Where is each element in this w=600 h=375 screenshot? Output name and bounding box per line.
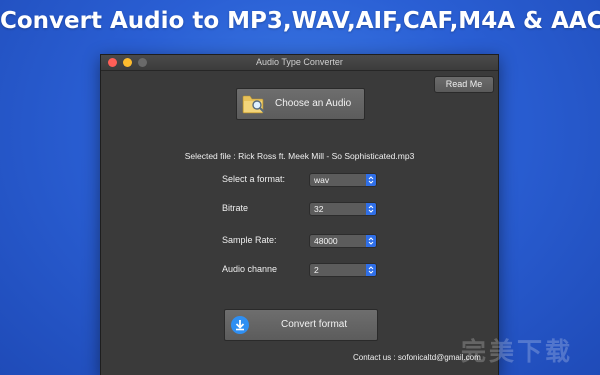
audio-channels-value: 2 (314, 265, 319, 275)
sample-rate-label: Sample Rate: (222, 235, 277, 245)
sample-rate-select[interactable]: 48000 (309, 234, 377, 248)
download-icon (231, 316, 249, 334)
chevron-up-down-icon (366, 264, 376, 276)
bitrate-label: Bitrate (222, 203, 249, 213)
convert-format-label: Convert format (281, 319, 348, 330)
sample-rate-value: 48000 (314, 236, 338, 246)
convert-format-button[interactable]: Convert format (224, 309, 378, 341)
title-bar: Audio Type Converter (101, 55, 498, 71)
choose-audio-button[interactable]: Choose an Audio (236, 88, 365, 120)
choose-audio-label: Choose an Audio (275, 98, 352, 109)
banner-title: Convert Audio to MP3,WAV,AIF,CAF,M4A & A… (0, 8, 600, 34)
chevron-up-down-icon (366, 235, 376, 247)
bitrate-value: 32 (314, 204, 324, 214)
audio-channels-label: Audio channe (222, 264, 278, 274)
format-label: Select a format: (222, 174, 286, 184)
read-me-button[interactable]: Read Me (434, 76, 494, 93)
bitrate-select[interactable]: 32 (309, 202, 377, 216)
folder-search-icon (242, 95, 265, 114)
window-title: Audio Type Converter (256, 57, 343, 67)
format-value: wav (314, 175, 330, 185)
app-window: Audio Type Converter Read Me Choose an A… (100, 54, 499, 375)
chevron-up-down-icon (366, 174, 376, 186)
format-select[interactable]: wav (309, 173, 377, 187)
selected-file-text: Selected file : Rick Ross ft. Meek Mill … (184, 151, 415, 161)
watermark-logo: 完美下载 (461, 337, 574, 366)
chevron-up-down-icon (366, 203, 376, 215)
audio-channels-select[interactable]: 2 (309, 263, 377, 277)
